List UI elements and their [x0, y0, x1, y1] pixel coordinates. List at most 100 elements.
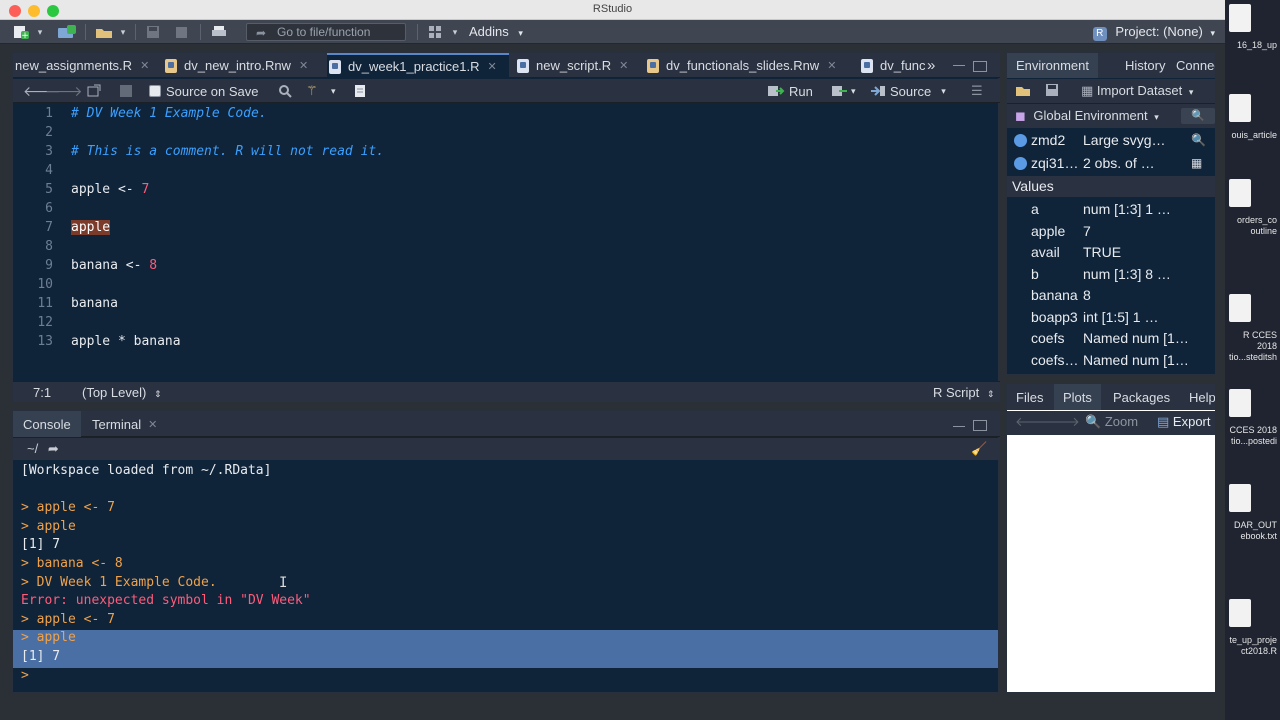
code-area[interactable]: 1 # DV Week 1 Example Code. 2 3 # This is a …: [13, 104, 1000, 381]
tab-dv-week1-practice1[interactable]: dv_week1_practice1.R ✕: [327, 53, 509, 78]
outline-icon[interactable]: ☰: [971, 82, 983, 100]
code-tools-dropdown-icon[interactable]: ▾: [331, 82, 336, 100]
expand-data-icon[interactable]: [1014, 157, 1027, 170]
zoom-button[interactable]: 🔍 Zoom: [1085, 414, 1138, 430]
env-value-row[interactable]: coefs… Named num [1…: [1007, 350, 1215, 372]
desktop-file-icon[interactable]: [1229, 179, 1251, 207]
rerun-dropdown-icon[interactable]: ▾: [851, 82, 856, 100]
code-line[interactable]: 7 apple: [13, 220, 1000, 239]
show-in-window-icon[interactable]: [87, 82, 101, 100]
tab-dv-new-intro[interactable]: dv_new_intro.Rnw ✕: [163, 53, 327, 78]
desktop-file-label[interactable]: orders_co outline: [1225, 215, 1280, 237]
tab-environment[interactable]: Environment: [1007, 53, 1098, 78]
code-line[interactable]: 6: [13, 201, 1000, 220]
pane-layout-icon[interactable]: [425, 23, 445, 41]
source-button[interactable]: Source ▾: [869, 82, 946, 100]
export-button[interactable]: ▤ Export: [1157, 414, 1211, 430]
code-line[interactable]: 8: [13, 239, 1000, 258]
desktop-file-icon[interactable]: [1229, 599, 1251, 627]
tab-new-script[interactable]: new_script.R ✕: [515, 53, 645, 78]
desktop-file-label[interactable]: ouis_article: [1225, 130, 1280, 141]
env-data-row[interactable]: zqi31… 2 obs. of … ▦: [1007, 153, 1215, 175]
close-tab-icon[interactable]: ✕: [140, 59, 149, 72]
desktop-file-label[interactable]: R CCES 2018 tio...steditsh: [1225, 330, 1280, 363]
open-dropdown-icon[interactable]: ▾: [118, 23, 128, 41]
desktop-file-icon[interactable]: [1229, 94, 1251, 122]
env-value-row[interactable]: b num [1:3] 8 …: [1007, 264, 1215, 286]
code-line[interactable]: 9 banana <- 8: [13, 258, 1000, 277]
code-line[interactable]: 4: [13, 163, 1000, 182]
search-icon[interactable]: [278, 82, 292, 100]
tab-dv-func[interactable]: dv_func: [859, 53, 929, 78]
code-line[interactable]: 3 # This is a comment. R will not read it…: [13, 144, 1000, 163]
env-value-row[interactable]: a num [1:3] 1 …: [1007, 199, 1215, 221]
save-file-icon[interactable]: [119, 82, 133, 100]
more-tabs-icon[interactable]: »: [927, 53, 945, 78]
maximize-pane-icon[interactable]: [973, 420, 987, 431]
run-button[interactable]: Run: [767, 82, 813, 100]
save-icon[interactable]: [144, 23, 162, 41]
desktop-file-icon[interactable]: [1229, 484, 1251, 512]
forward-arrow-icon[interactable]: 🡒: [45, 82, 83, 100]
console-output[interactable]: I [Workspace loaded from ~/.RData] > appl…: [13, 461, 1000, 693]
desktop-file-icon[interactable]: [1229, 389, 1251, 417]
env-data-row[interactable]: zmd2 Large svyg… 🔍: [1007, 130, 1215, 152]
code-line[interactable]: 13 apple * banana: [13, 334, 1000, 353]
global-env-selector[interactable]: ◼ Global Environment ▾: [1015, 108, 1159, 124]
tab-plots[interactable]: Plots: [1054, 384, 1101, 410]
close-tab-icon[interactable]: ✕: [827, 59, 836, 72]
view-search-icon[interactable]: 🔍: [1191, 130, 1206, 152]
code-line[interactable]: 1 # DV Week 1 Example Code.: [13, 106, 1000, 125]
go-to-dir-icon[interactable]: ➦: [48, 441, 59, 456]
clear-console-icon[interactable]: 🧹: [971, 438, 987, 460]
scope-selector[interactable]: (Top Level) ⇕: [82, 385, 161, 400]
code-tools-wand-icon[interactable]: ⚚: [306, 82, 318, 100]
tab-history[interactable]: History: [1116, 53, 1174, 78]
rerun-icon[interactable]: [831, 82, 851, 100]
new-file-icon[interactable]: +: [10, 23, 32, 41]
code-line[interactable]: 2: [13, 125, 1000, 144]
desktop-file-icon[interactable]: [1229, 294, 1251, 322]
tab-terminal[interactable]: Terminal ✕: [82, 411, 167, 437]
tab-files[interactable]: Files: [1007, 384, 1052, 410]
env-value-row[interactable]: banana 8: [1007, 285, 1215, 307]
addins-menu[interactable]: Addins ▾: [469, 24, 523, 39]
source-on-save-toggle[interactable]: Source on Save: [149, 82, 259, 100]
print-icon[interactable]: [209, 23, 229, 41]
close-tab-icon[interactable]: ✕: [619, 59, 628, 72]
expand-data-icon[interactable]: [1014, 134, 1027, 147]
source-on-save-checkbox[interactable]: [149, 85, 161, 97]
minimize-pane-icon[interactable]: [953, 426, 965, 429]
load-workspace-icon[interactable]: [1015, 83, 1031, 100]
tab-new-assignments[interactable]: new_assignments.R ✕: [13, 53, 163, 78]
view-table-icon[interactable]: ▦: [1191, 153, 1202, 175]
desktop-file-label[interactable]: te_up_proje ct2018.R: [1225, 635, 1280, 657]
desktop-file-label[interactable]: CCES 2018 tio...postedi: [1225, 425, 1280, 447]
open-file-icon[interactable]: [93, 23, 115, 41]
code-line[interactable]: 10: [13, 277, 1000, 296]
save-workspace-icon[interactable]: [1045, 83, 1059, 100]
goto-file-input[interactable]: ➦ Go to file/function: [246, 23, 406, 41]
compile-report-icon[interactable]: [353, 82, 367, 100]
plot-forward-icon[interactable]: 🡒: [1045, 414, 1080, 430]
close-tab-icon[interactable]: ✕: [148, 418, 157, 431]
minimize-pane-icon[interactable]: [953, 65, 965, 68]
tab-dv-functionals-slides[interactable]: dv_functionals_slides.Rnw ✕: [645, 53, 855, 78]
close-tab-icon[interactable]: ✕: [299, 59, 308, 72]
env-value-row[interactable]: coefs Named num [1…: [1007, 328, 1215, 350]
env-value-row[interactable]: boapp3 int [1:5] 1 …: [1007, 307, 1215, 329]
desktop-file-label[interactable]: DAR_OUT ebook.txt: [1225, 520, 1280, 542]
env-search-icon[interactable]: 🔍: [1181, 108, 1215, 124]
code-line[interactable]: 11 banana: [13, 296, 1000, 315]
tab-packages[interactable]: Packages: [1104, 384, 1179, 410]
maximize-pane-icon[interactable]: [973, 61, 987, 72]
desktop-file-icon[interactable]: [1229, 4, 1251, 32]
layout-dropdown-icon[interactable]: ▾: [450, 23, 460, 41]
import-dataset-button[interactable]: ▦ Import Dataset ▾: [1081, 83, 1193, 99]
code-line[interactable]: 5 apple <- 7: [13, 182, 1000, 201]
tab-connections[interactable]: Connections: [1167, 53, 1215, 78]
new-file-dropdown-icon[interactable]: ▾: [35, 23, 45, 41]
desktop-file-label[interactable]: 16_18_up: [1225, 40, 1280, 51]
project-menu[interactable]: R Project: (None) ▾: [1092, 24, 1215, 41]
close-tab-icon[interactable]: ✕: [488, 60, 497, 73]
